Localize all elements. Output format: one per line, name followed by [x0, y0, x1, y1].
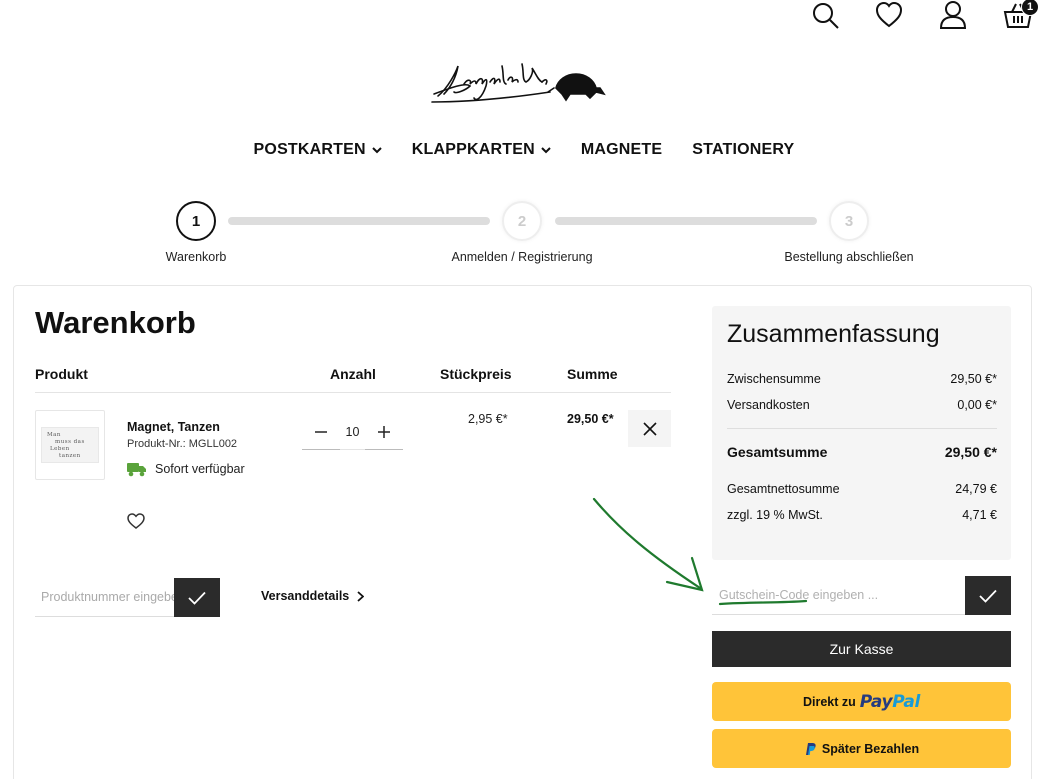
stepper-bar-2: [555, 217, 817, 225]
column-header-quantity: Anzahl: [330, 366, 376, 382]
subtotal-row: Zwischensumme 29,50 €*: [727, 372, 997, 386]
coupon-field: [712, 576, 965, 615]
paypal-direct-label: Direkt zu: [802, 694, 856, 709]
paypal-logo-pay: Pay: [859, 691, 893, 712]
nav-label: POSTKARTEN: [253, 141, 366, 158]
increase-quantity-button[interactable]: [365, 414, 403, 450]
cart-count-badge: 1: [1021, 0, 1039, 16]
thumbnail-text: muss das: [55, 439, 85, 445]
nav-label: STATIONERY: [692, 141, 795, 158]
shipping-details-link[interactable]: Versanddetails: [261, 589, 365, 603]
checkmark-icon: [188, 591, 206, 605]
line-total: 29,50 €*: [567, 412, 614, 426]
paypal-later-button[interactable]: Später Bezahlen: [712, 729, 1011, 768]
net-total-label: Gesamtnettosumme: [727, 482, 840, 496]
thumbnail-text: tanzen: [59, 453, 81, 459]
checkout-button[interactable]: Zur Kasse: [712, 631, 1011, 667]
table-divider: [35, 392, 671, 393]
nav-item-magnete[interactable]: MAGNETE: [581, 141, 662, 159]
checkmark-icon: [979, 589, 997, 603]
paypal-direct-button[interactable]: Direkt zu PayPal: [712, 682, 1011, 721]
chevron-right-icon: [357, 590, 365, 602]
heart-icon[interactable]: [874, 0, 904, 30]
step-3-label: Bestellung abschließen: [784, 250, 914, 264]
column-header-unit-price: Stückpreis: [440, 366, 512, 382]
step-1-circle: 1: [176, 201, 216, 241]
cart-icon[interactable]: 1: [1003, 0, 1039, 30]
subtotal-value: 29,50 €*: [950, 372, 997, 386]
add-product-button[interactable]: [174, 578, 220, 617]
quantity-input[interactable]: 10: [340, 414, 365, 450]
apply-coupon-button[interactable]: [965, 576, 1011, 615]
decrease-quantity-button[interactable]: [302, 414, 340, 450]
step-2-circle: 2: [502, 201, 542, 241]
summary-title: Zusammenfassung: [727, 320, 940, 348]
page-title: Warenkorb: [35, 305, 196, 340]
availability-label: Sofort verfügbar: [155, 462, 245, 476]
unit-price: 2,95 €*: [468, 412, 508, 426]
product-number-input[interactable]: [35, 578, 174, 616]
thumbnail-text: Leben: [50, 446, 70, 452]
shipping-value: 0,00 €*: [957, 398, 997, 412]
vat-row: zzgl. 19 % MwSt. 4,71 €: [727, 508, 997, 522]
step-2-label: Anmelden / Registrierung: [451, 250, 593, 264]
plus-icon: [378, 425, 390, 438]
column-header-product: Produkt: [35, 366, 88, 382]
logo[interactable]: [430, 58, 606, 112]
remove-item-button[interactable]: [628, 410, 671, 447]
summary-divider: [727, 428, 997, 429]
column-header-total: Summe: [567, 366, 618, 382]
net-total-row: Gesamtnettosumme 24,79 €: [727, 482, 997, 496]
search-icon[interactable]: [810, 0, 840, 30]
grand-total-value: 29,50 €*: [944, 444, 997, 460]
paypal-logo: PayPal: [859, 691, 921, 712]
main-nav: POSTKARTEN KLAPPKARTEN MAGNETE STATIONER…: [0, 141, 1040, 159]
chevron-down-icon: [372, 147, 382, 154]
nav-label: MAGNETE: [580, 141, 663, 158]
paypal-later-label: Später Bezahlen: [821, 741, 920, 756]
product-number-field: [35, 578, 174, 617]
availability-status: Sofort verfügbar: [127, 461, 245, 477]
stepper-bar-1: [228, 217, 490, 225]
nav-item-postkarten[interactable]: POSTKARTEN: [254, 141, 382, 159]
paypal-icon: [805, 742, 816, 755]
net-total-value: 24,79 €: [955, 482, 997, 496]
product-name[interactable]: Magnet, Tanzen: [127, 420, 220, 434]
step-1-label: Warenkorb: [165, 250, 227, 264]
vat-label: zzgl. 19 % MwSt.: [727, 508, 823, 522]
wishlist-heart-icon[interactable]: [126, 512, 146, 530]
magnet-thumbnail: Man muss das Leben tanzen: [41, 427, 99, 463]
vat-value: 4,71 €: [962, 508, 997, 522]
truck-icon: [127, 463, 146, 477]
thumbnail-text: Man: [47, 432, 61, 438]
shipping-details-label: Versanddetails: [261, 589, 350, 603]
shipping-row: Versandkosten 0,00 €*: [727, 398, 997, 412]
coupon-input[interactable]: [712, 576, 965, 614]
minus-icon: [315, 430, 327, 433]
subtotal-label: Zwischensumme: [727, 372, 821, 386]
grand-total-row: Gesamtsumme 29,50 €*: [727, 444, 997, 460]
nav-item-stationery[interactable]: STATIONERY: [692, 141, 794, 159]
chevron-down-icon: [541, 147, 551, 154]
product-image[interactable]: Man muss das Leben tanzen: [35, 410, 105, 480]
paypal-logo-pal: Pal: [892, 691, 921, 712]
nav-label: KLAPPKARTEN: [411, 141, 535, 158]
grand-total-label: Gesamtsumme: [727, 444, 828, 460]
nav-item-klappkarten[interactable]: KLAPPKARTEN: [412, 141, 551, 159]
step-3-circle: 3: [829, 201, 869, 241]
product-number: Produkt-Nr.: MGLL002: [127, 438, 238, 450]
quantity-stepper: 10: [302, 414, 403, 450]
close-icon: [642, 421, 657, 436]
shipping-label: Versandkosten: [727, 398, 810, 412]
account-icon[interactable]: [938, 0, 968, 30]
